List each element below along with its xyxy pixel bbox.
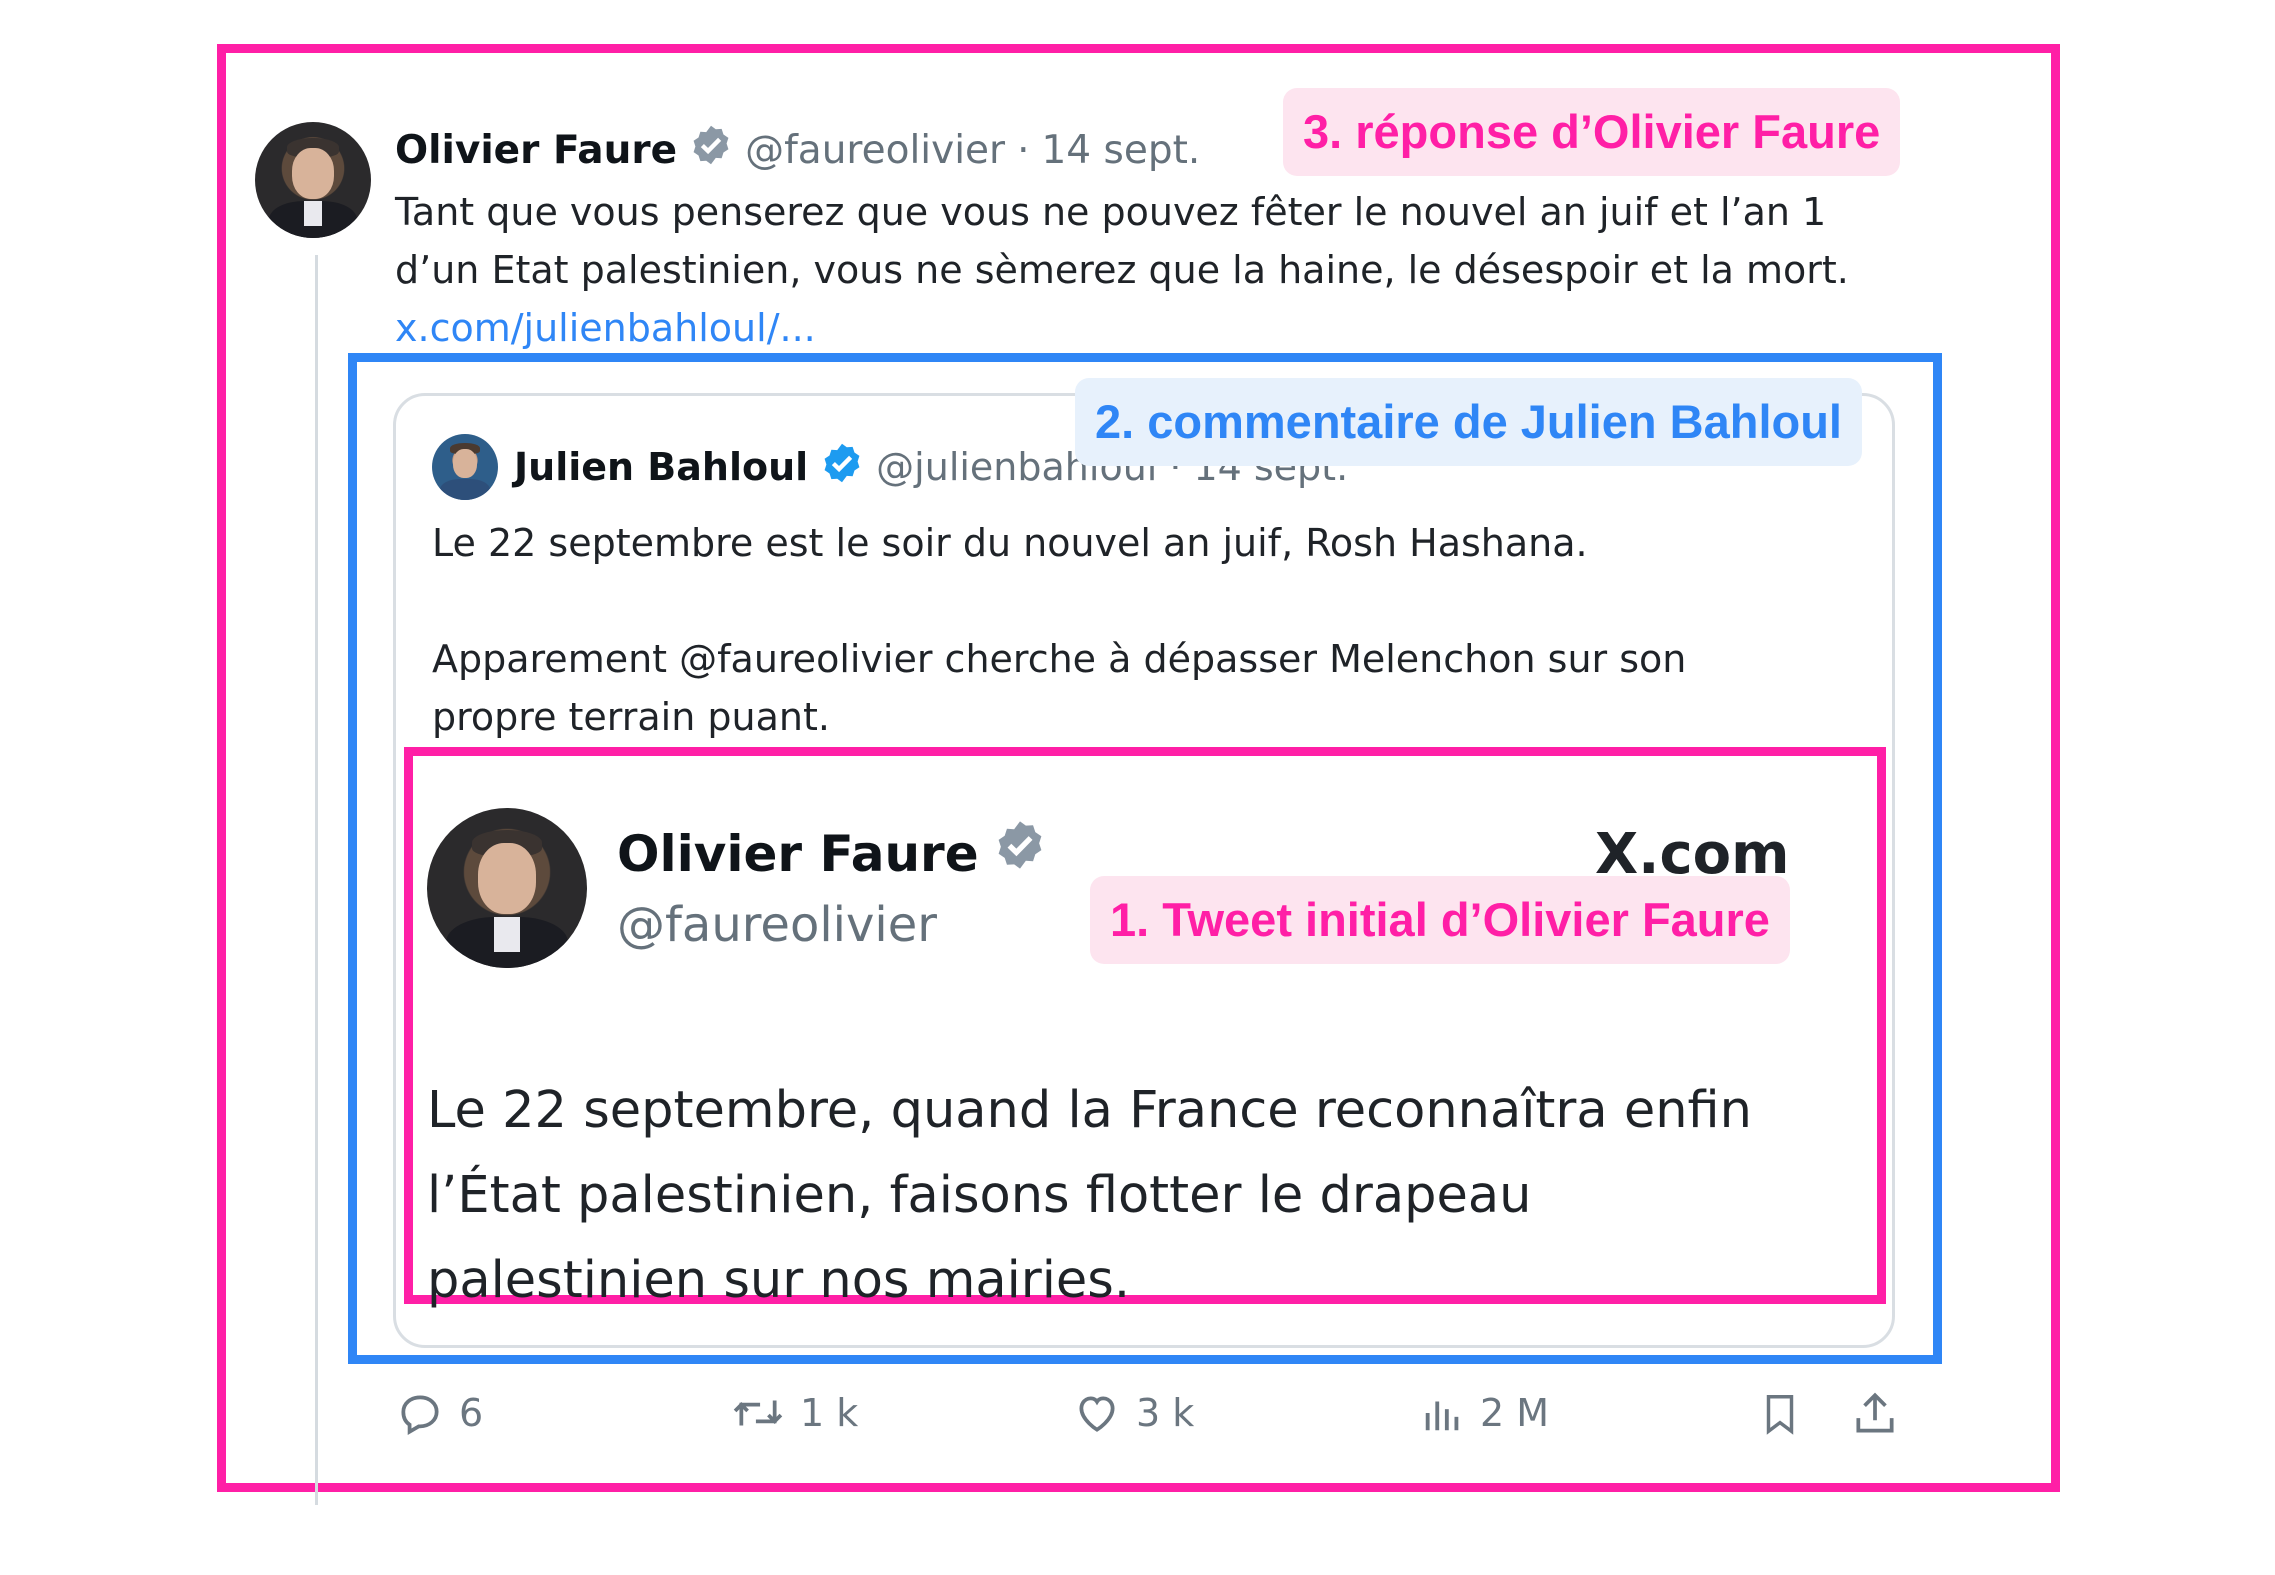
quoted-author-name[interactable]: Julien Bahloul (514, 445, 808, 489)
initial-text-line: Le 22 septembre, quand la France reconna… (427, 1081, 1753, 1140)
quoted-text-line: propre terrain puant. (432, 695, 830, 739)
reply-text-line: Tant que vous penserez que vous ne pouve… (395, 190, 1827, 234)
reply-text: Tant que vous penserez que vous ne pouve… (395, 183, 1849, 357)
views-action[interactable]: 2 M (1420, 1388, 1549, 1438)
label-comment: 2. commentaire de Julien Bahloul (1075, 378, 1862, 466)
like-icon (1072, 1388, 1122, 1438)
olivier-faure-avatar (427, 808, 587, 968)
views-count: 2 M (1480, 1391, 1550, 1435)
verified-badge-icon (993, 818, 1047, 890)
quoted-text: Le 22 septembre est le soir du nouvel an… (432, 514, 1686, 746)
olivier-faure-avatar[interactable] (255, 122, 371, 238)
share-icon (1850, 1388, 1900, 1440)
reply-action[interactable]: 6 (395, 1388, 483, 1438)
views-icon (1420, 1388, 1466, 1438)
reply-count: 6 (459, 1391, 484, 1435)
initial-handle: @faureolivier (617, 897, 937, 953)
repost-count: 1 k (800, 1391, 859, 1435)
reply-link[interactable]: x.com/julienbahloul/... (395, 299, 1849, 357)
repost-action[interactable]: 1 k (730, 1388, 858, 1438)
quoted-text-line: Le 22 septembre est le soir du nouvel an… (432, 521, 1588, 565)
like-action[interactable]: 3 k (1072, 1388, 1194, 1438)
repost-icon (730, 1388, 786, 1438)
reply-date-separator: · (1017, 127, 1030, 173)
reply-text-line: d’un Etat palestinien, vous ne sèmerez q… (395, 248, 1849, 292)
initial-author-name: Olivier Faure (617, 825, 979, 883)
initial-text-line: palestinien sur nos mairies. (427, 1251, 1131, 1310)
quoted-text-line: Apparement @faureolivier cherche à dépas… (432, 637, 1687, 681)
reply-handle[interactable]: @faureolivier (745, 128, 1005, 173)
initial-text-line: l’État palestinien, faisons flotter le d… (427, 1166, 1532, 1225)
reply-icon (395, 1388, 445, 1438)
bookmark-action[interactable] (1757, 1388, 1803, 1440)
reply-author-name[interactable]: Olivier Faure (395, 128, 677, 173)
reply-header: Olivier Faure @faureolivier · 14 sept. (395, 120, 1200, 180)
verified-badge-icon (820, 441, 864, 494)
label-reply: 3. réponse d’Olivier Faure (1283, 88, 1901, 176)
thread-line (315, 255, 318, 1505)
julien-bahloul-avatar[interactable] (432, 434, 498, 500)
reply-date[interactable]: 14 sept. (1041, 128, 1200, 173)
label-initial: 1. Tweet initial d’Olivier Faure (1090, 876, 1790, 964)
verified-badge-icon (689, 123, 733, 177)
initial-tweet-header: Olivier Faure @faureolivier (617, 818, 1047, 960)
initial-tweet-text: Le 22 septembre, quand la France reconna… (427, 1068, 1752, 1323)
like-count: 3 k (1136, 1391, 1195, 1435)
bookmark-icon (1757, 1388, 1803, 1440)
share-action[interactable] (1850, 1388, 1900, 1440)
